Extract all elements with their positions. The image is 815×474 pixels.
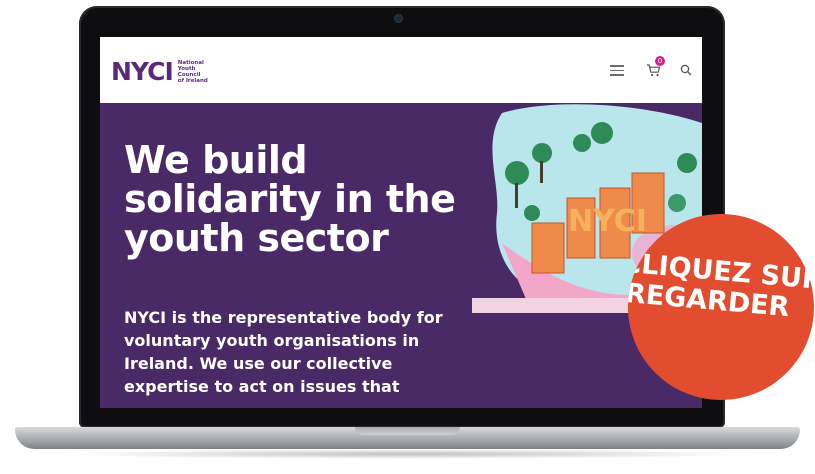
search-icon[interactable] <box>680 64 692 76</box>
logo-mark: NYCI <box>111 57 174 86</box>
laptop-lid: NYCI National Youth Council of Ireland 0 <box>79 6 725 428</box>
nyci-logo[interactable]: NYCI National Youth Council of Ireland <box>111 57 208 86</box>
cart-count-badge: 0 <box>655 56 665 66</box>
logo-sub-line: of Ireland <box>177 77 208 84</box>
menu-icon[interactable] <box>610 65 624 76</box>
hero-title: We build solidarity in the youth sector <box>124 138 456 260</box>
camera-icon <box>395 15 402 22</box>
site-header: NYCI National Youth Council of Ireland 0 <box>100 37 702 103</box>
hero-section: We build solidarity in the youth sector … <box>100 103 702 408</box>
laptop-base <box>15 427 800 449</box>
cta-text: CLIQUEZ SUR REGARDER <box>628 248 814 328</box>
laptop-notch <box>355 427 460 435</box>
hero-body: NYCI is the representative body for volu… <box>124 308 443 396</box>
illustration-label: NYCI <box>568 204 647 239</box>
logo-subtitle: National Youth Council of Ireland <box>178 60 208 84</box>
laptop-screen: NYCI National Youth Council of Ireland 0 <box>100 37 702 408</box>
laptop-shadow <box>60 449 755 459</box>
cta-sticker[interactable]: CLIQUEZ SUR REGARDER <box>628 214 814 400</box>
